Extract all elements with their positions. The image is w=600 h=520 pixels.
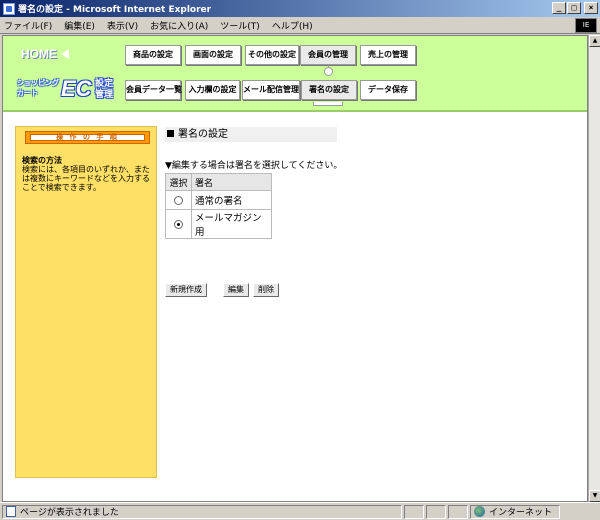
status-zone-text: インターネット [489,508,553,518]
home-link[interactable]: HOME [21,47,69,61]
status-pane-blank [426,504,446,519]
nav-signature-settings[interactable]: 署名の設定 [301,80,357,100]
signature-table: 選択 署名 通常の署名 メールマガジン用 [165,173,272,239]
header-band: HOME ショッピング カート EC 設定 管理 商品の設定 画面の設定 その他… [3,36,587,112]
page-viewport: HOME ショッピング カート EC 設定 管理 商品の設定 画面の設定 その他… [2,35,588,502]
status-main-pane: ページが表示されました [2,504,402,519]
status-pane-blank [404,504,424,519]
window-controls: _ □ × [552,2,598,14]
minimize-button[interactable]: _ [552,2,566,14]
logo-left-line1: ショッピング [17,80,59,87]
menu-tools[interactable]: ツール(T) [220,19,260,32]
new-button[interactable]: 新規作成 [165,283,207,297]
menu-bar: ファイル(F) 編集(E) 表示(V) お気に入り(A) ツール(T) ヘルプ(… [0,17,600,34]
triangle-left-icon [61,49,69,59]
table-cell [165,190,192,210]
maximize-button[interactable]: □ [567,2,581,14]
table-row: メールマガジン用 [165,209,272,239]
logo-ec: EC [61,76,92,101]
sidebar-header: 操 作 の 手 順 [25,131,150,144]
nav-product-settings[interactable]: 商品の設定 [125,45,181,65]
sidebar-header-label: 操 作 の 手 順 [30,134,145,141]
nav-mail-delivery[interactable]: メール配信管理 [242,80,300,100]
menu-file[interactable]: ファイル(F) [4,19,52,32]
menu-help[interactable]: ヘルプ(H) [272,19,313,32]
nav-data-save[interactable]: データ保存 [360,80,416,100]
nav-screen-settings[interactable]: 画面の設定 [185,45,241,65]
status-bar: ページが表示されました インターネット [0,502,600,520]
signature-name: 通常の署名 [191,190,272,210]
vertical-scrollbar[interactable]: ▲ ▼ [588,35,600,502]
signature-name: メールマガジン用 [191,209,272,239]
nav-member-list[interactable]: 会員データ一覧 [125,80,182,100]
help-sidebar: 操 作 の 手 順 検索の方法 検索には、各項目のいずれか、または複数にキーワー… [15,126,157,478]
sidebar-text: 検索には、各項目のいずれか、または複数にキーワードなどを入力することで検索できま… [22,165,150,192]
page-loaded-icon [6,506,16,517]
signature-radio-normal[interactable] [174,195,183,205]
logo-right-line1: 設定 [95,78,114,88]
site-logo: ショッピング カート EC 設定 管理 [17,76,119,102]
scroll-down-arrow-icon[interactable]: ▼ [589,490,600,502]
table-cell [165,209,192,239]
window-title: 署名の設定 - Microsoft Internet Explorer [18,5,212,15]
delete-button[interactable]: 削除 [253,283,279,297]
nav-member-management[interactable]: 会員の管理 [300,45,356,65]
ie-logo-icon: IE [575,18,597,33]
menu-favorites[interactable]: お気に入り(A) [150,19,208,32]
logo-left-text: ショッピング カート [17,79,59,99]
scroll-up-arrow-icon[interactable]: ▲ [589,35,600,47]
page-title: 署名の設定 [165,127,337,142]
home-label: HOME [21,47,57,61]
column-header-select: 選択 [165,173,192,191]
logo-right-text: 設定 管理 [95,78,113,100]
ie-page-icon [3,2,15,15]
nav-input-field-settings[interactable]: 入力欄の設定 [185,80,240,100]
page-title-text: 署名の設定 [178,129,228,140]
table-row: 通常の署名 [165,190,272,210]
status-text: ページが表示されました [20,508,119,518]
signature-radio-magazine[interactable] [174,219,183,229]
window-titlebar: 署名の設定 - Microsoft Internet Explorer _ □ … [0,0,600,17]
status-zone-pane: インターネット [470,504,560,519]
nav-other-settings[interactable]: その他の設定 [245,45,299,65]
edit-button[interactable]: 編集 [223,283,249,297]
instruction-text: ▼編集する場合は署名を選択してください。 [165,161,343,171]
internet-globe-icon [474,506,485,517]
active-tab-marker [313,102,343,106]
nav-connector-dot [324,67,333,76]
square-bullet-icon [167,130,174,137]
close-button[interactable]: × [584,2,598,14]
column-header-signature: 署名 [191,173,272,191]
menu-view[interactable]: 表示(V) [107,19,138,32]
nav-sales-management[interactable]: 売上の管理 [360,45,416,65]
menu-edit[interactable]: 編集(E) [64,19,95,32]
status-pane-blank [448,504,468,519]
logo-left-line2: カート [17,90,38,97]
table-header-row: 選択 署名 [165,173,272,191]
logo-right-line2: 管理 [95,89,114,99]
